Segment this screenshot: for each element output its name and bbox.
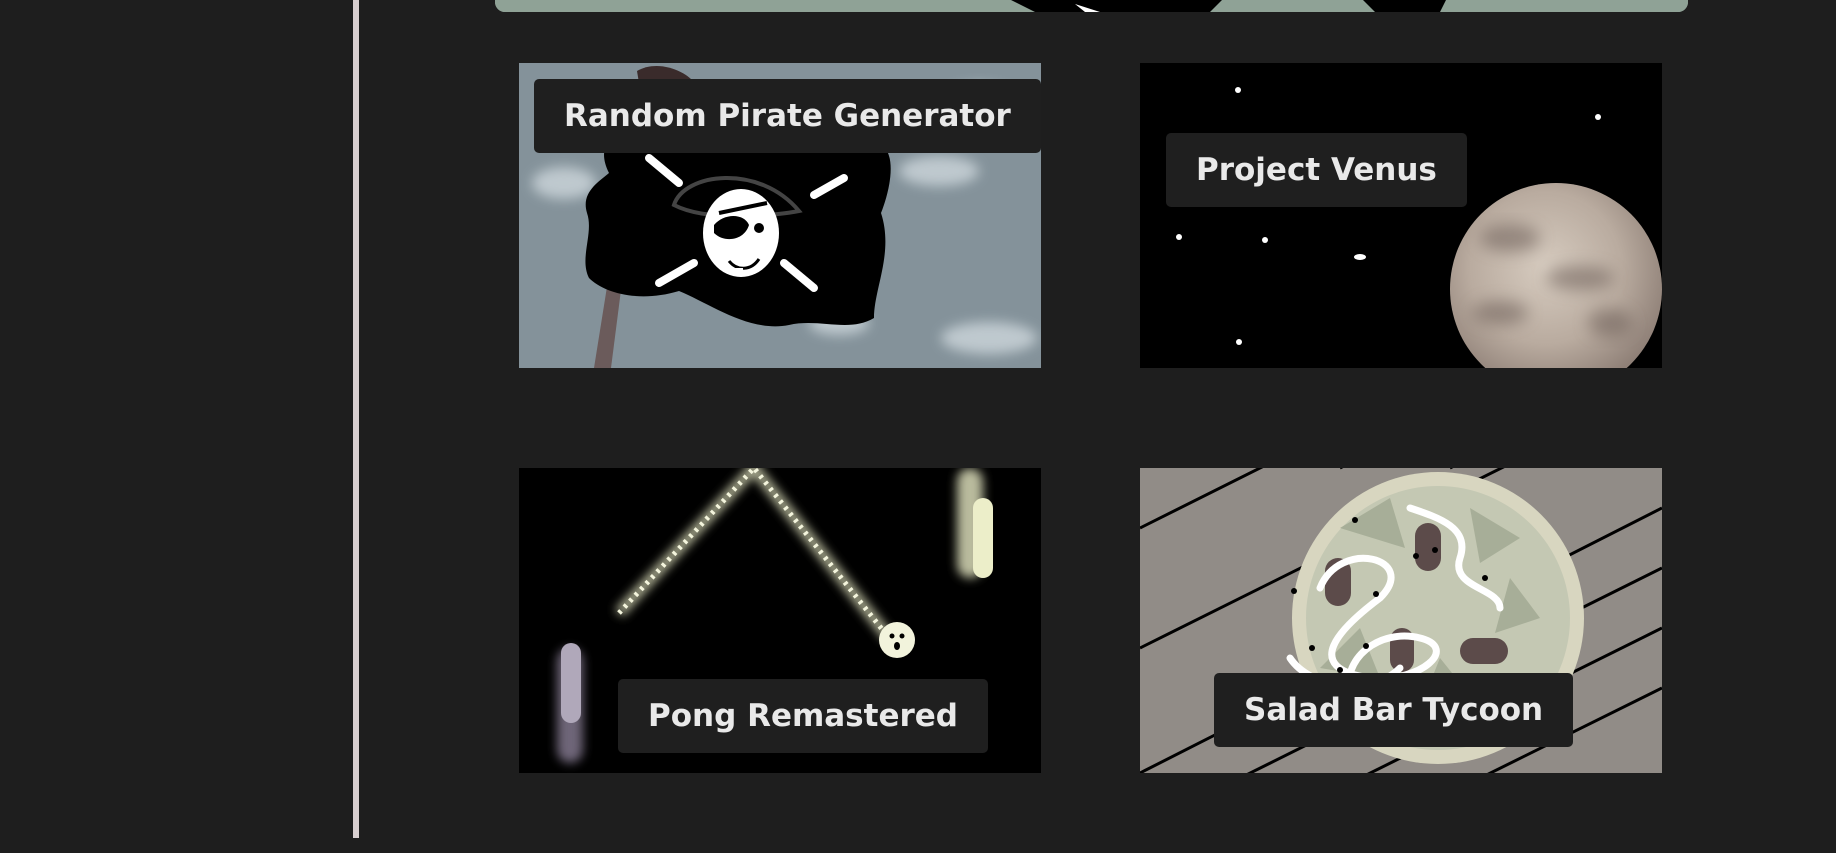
game-title: Random Pirate Generator bbox=[534, 79, 1041, 153]
sidebar-divider[interactable] bbox=[353, 0, 359, 838]
game-card-project-venus[interactable]: Project Venus bbox=[1140, 63, 1662, 368]
game-card-salad-bar-tycoon[interactable]: Salad Bar Tycoon bbox=[1140, 468, 1662, 773]
game-title: Project Venus bbox=[1166, 133, 1467, 207]
venus-thumbnail bbox=[1140, 63, 1662, 368]
game-title: Pong Remastered bbox=[618, 679, 988, 753]
game-title: Salad Bar Tycoon bbox=[1214, 673, 1574, 747]
left-sidebar bbox=[0, 0, 353, 838]
featured-banner[interactable] bbox=[495, 0, 1688, 12]
game-card-pong-remastered[interactable]: Pong Remastered bbox=[519, 468, 1041, 773]
game-card-random-pirate-generator[interactable]: Random Pirate Generator bbox=[519, 63, 1041, 368]
banner-art bbox=[495, 0, 1688, 12]
